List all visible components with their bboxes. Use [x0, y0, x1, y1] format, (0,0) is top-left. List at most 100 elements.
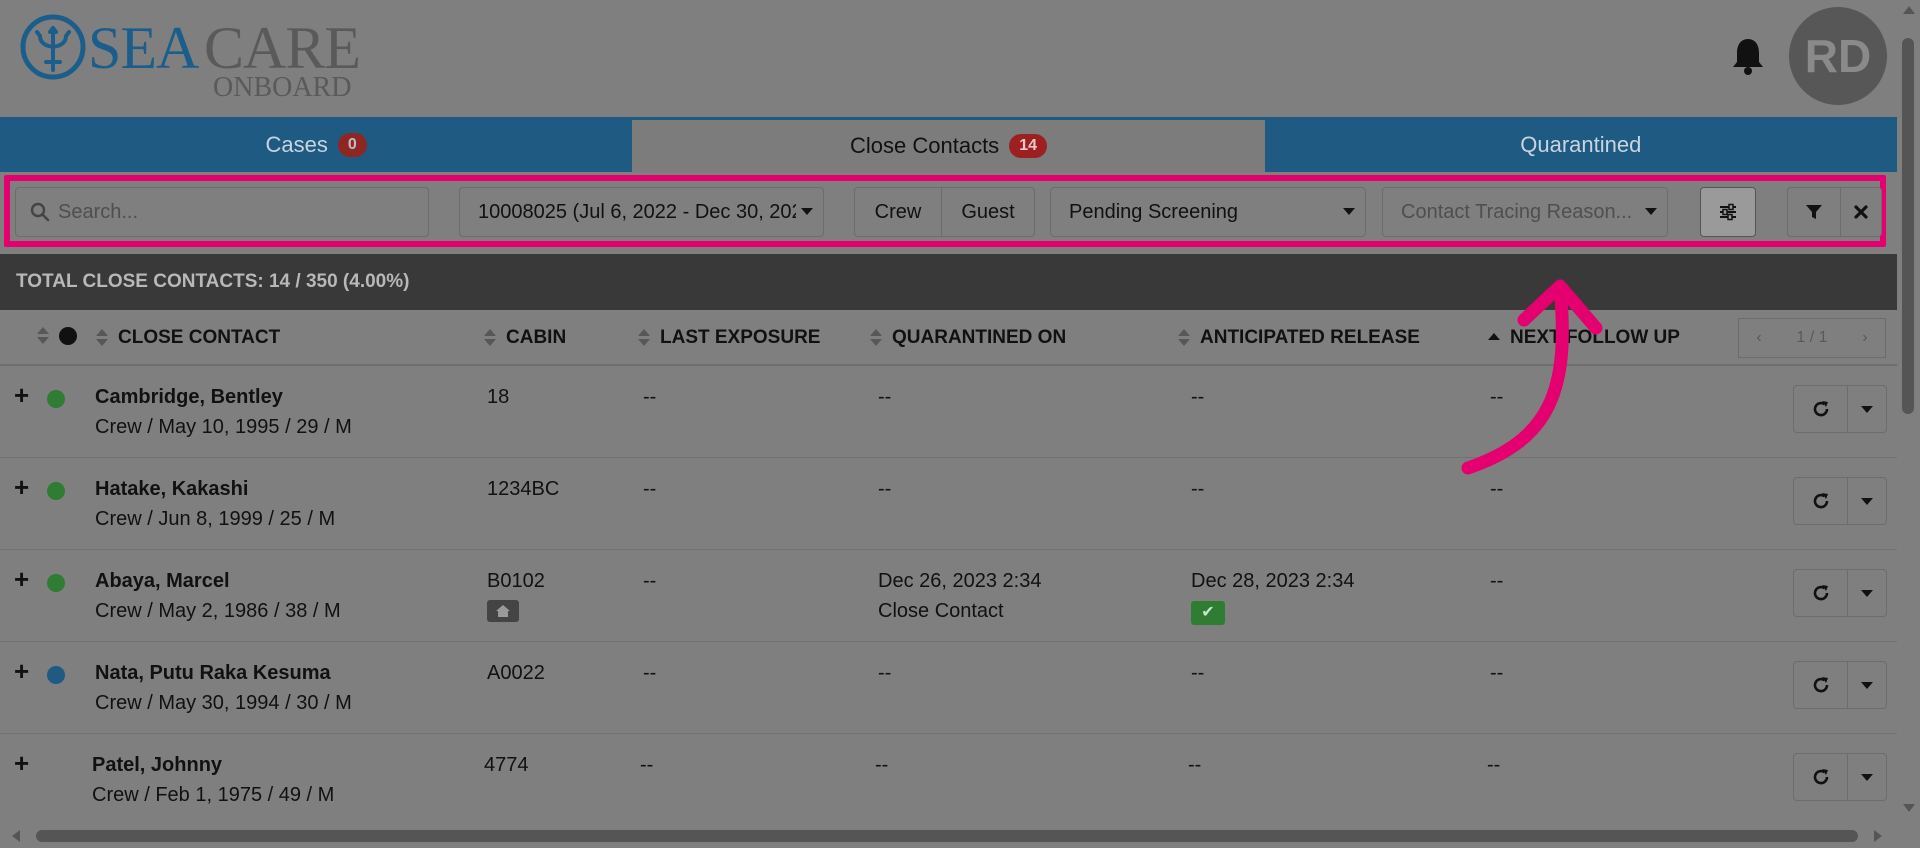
contact-tracing-reason-select[interactable]: Contact Tracing Reason... [1382, 187, 1668, 237]
follow-up-value: -- [1487, 754, 1501, 776]
header-quarantined-on[interactable]: QUARANTINED ON [870, 327, 1066, 349]
vertical-scroll-thumb[interactable] [1902, 38, 1914, 414]
tab-close-contacts[interactable]: Close Contacts 14 [632, 117, 1265, 172]
follow-up-value: -- [1490, 570, 1504, 592]
reason-caret-icon [1645, 208, 1657, 215]
table-row[interactable]: + Nata, Putu Raka Kesuma Crew / May 30, … [0, 642, 1897, 734]
last-exposure-value: -- [640, 754, 654, 776]
header-cabin-label: CABIN [506, 327, 567, 348]
tab-close-contacts-badge: 14 [1009, 134, 1047, 158]
expand-row-icon[interactable]: + [14, 564, 29, 595]
contact-name[interactable]: Hatake, Kakashi [95, 474, 335, 504]
status-select[interactable]: Pending Screening [1050, 187, 1366, 237]
pagination: ‹ 1 / 1 › [1738, 318, 1886, 358]
contact-name[interactable]: Nata, Putu Raka Kesuma [95, 658, 352, 688]
main-tabs: Cases 0 Close Contacts 14 Quarantined [0, 117, 1897, 172]
expand-row-icon[interactable]: + [14, 472, 29, 503]
release-value: -- [1191, 662, 1205, 684]
user-avatar[interactable]: RD [1789, 7, 1887, 105]
cabin-value: A0022 [487, 662, 545, 684]
reason-select-placeholder: Contact Tracing Reason... [1401, 200, 1633, 223]
header-cabin[interactable]: CABIN [484, 327, 566, 349]
horizontal-scroll-thumb[interactable] [36, 830, 1858, 842]
voyage-select[interactable]: 10008025 (Jul 6, 2022 - Dec 30, 2022) [459, 187, 824, 237]
refresh-icon [1813, 401, 1828, 417]
quarantined-on-value: Dec 26, 2023 2:34 [878, 570, 1042, 592]
table-row[interactable]: + Patel, Johnny Crew / Feb 1, 1975 / 49 … [0, 734, 1897, 826]
sort-icon [37, 327, 49, 345]
follow-up-value: -- [1490, 662, 1504, 684]
annotation-arrow-icon [1461, 279, 1603, 475]
horizontal-scrollbar[interactable] [0, 824, 1897, 848]
search-input[interactable] [58, 200, 418, 224]
contact-detail: Crew / Jun 8, 1999 / 25 / M [95, 508, 336, 530]
tab-cases[interactable]: Cases 0 [0, 117, 633, 172]
header-anticipated-release[interactable]: ANTICIPATED RELEASE [1178, 327, 1420, 349]
cabin-value: B0102 [487, 570, 545, 592]
status-sort-header[interactable] [37, 327, 77, 345]
logo-text-onboard: ONBOARD [213, 72, 352, 103]
guest-toggle-button[interactable]: Guest [941, 187, 1035, 237]
scroll-right-icon[interactable] [1874, 830, 1882, 842]
status-select-value: Pending Screening [1069, 200, 1239, 223]
row-menu-dropdown[interactable] [1848, 386, 1886, 432]
logo-text-sea: SEA [88, 15, 199, 81]
refresh-button[interactable] [1794, 478, 1848, 524]
sort-icon [638, 329, 650, 347]
expand-row-icon[interactable]: + [14, 380, 29, 411]
filter-button[interactable] [1787, 187, 1841, 237]
notification-bell-icon[interactable] [1730, 36, 1766, 76]
column-settings-button[interactable] [1700, 187, 1756, 237]
row-menu-dropdown[interactable] [1848, 570, 1886, 616]
refresh-button[interactable] [1794, 662, 1848, 708]
quarantined-reason: Close Contact [878, 600, 1004, 622]
row-menu-dropdown[interactable] [1848, 478, 1886, 524]
next-page-icon[interactable]: › [1862, 329, 1867, 347]
prev-page-icon[interactable]: ‹ [1756, 329, 1761, 347]
status-dot-icon [47, 482, 65, 500]
search-box[interactable] [15, 187, 429, 237]
contact-name[interactable]: Cambridge, Bentley [95, 382, 352, 412]
status-dot-icon [47, 574, 65, 592]
refresh-button[interactable] [1794, 386, 1848, 432]
scroll-left-icon[interactable] [12, 830, 20, 842]
quarantined-on-value: -- [875, 754, 889, 776]
quarantined-on-value: -- [878, 662, 892, 684]
chevron-down-icon [1861, 681, 1873, 689]
app-header: SEA CARE ONBOARD RD [0, 0, 1897, 117]
expand-row-icon[interactable]: + [14, 656, 29, 687]
contact-name[interactable]: Abaya, Marcel [95, 566, 341, 596]
tab-cases-label: Cases [265, 131, 328, 157]
refresh-button[interactable] [1794, 570, 1848, 616]
expand-row-icon[interactable]: + [14, 748, 29, 779]
contact-name[interactable]: Patel, Johnny [92, 750, 334, 780]
release-value: -- [1188, 754, 1202, 776]
seacare-logo[interactable]: SEA CARE ONBOARD [18, 10, 368, 102]
release-value: Dec 28, 2023 2:34 [1191, 570, 1355, 592]
crew-toggle-button[interactable]: Crew [854, 187, 942, 237]
vertical-scrollbar[interactable] [1897, 0, 1920, 820]
close-icon [1854, 205, 1868, 219]
row-actions [1793, 477, 1887, 525]
filter-funnel-icon [1806, 205, 1822, 219]
header-last-exposure-label: LAST EXPOSURE [660, 327, 821, 348]
status-dot-icon [47, 390, 65, 408]
refresh-button[interactable] [1794, 754, 1848, 800]
header-anticipated-release-label: ANTICIPATED RELEASE [1200, 327, 1420, 348]
row-menu-dropdown[interactable] [1848, 754, 1886, 800]
refresh-icon [1813, 677, 1828, 693]
tab-quarantined[interactable]: Quarantined [1264, 117, 1897, 172]
row-menu-dropdown[interactable] [1848, 662, 1886, 708]
header-close-contact[interactable]: CLOSE CONTACT [96, 327, 280, 349]
release-value: -- [1191, 386, 1205, 408]
header-last-exposure[interactable]: LAST EXPOSURE [638, 327, 820, 349]
scroll-up-icon[interactable] [1903, 6, 1915, 14]
table-row[interactable]: + Abaya, Marcel Crew / May 2, 1986 / 38 … [0, 550, 1897, 642]
contact-detail: Crew / Feb 1, 1975 / 49 / M [92, 784, 335, 806]
sort-icon [870, 329, 882, 347]
clear-filters-button[interactable] [1840, 187, 1882, 237]
scroll-down-icon[interactable] [1903, 804, 1915, 812]
chevron-down-icon [1861, 405, 1873, 413]
logo-text-care: CARE [204, 15, 361, 81]
contact-detail: Crew / May 10, 1995 / 29 / M [95, 416, 352, 438]
